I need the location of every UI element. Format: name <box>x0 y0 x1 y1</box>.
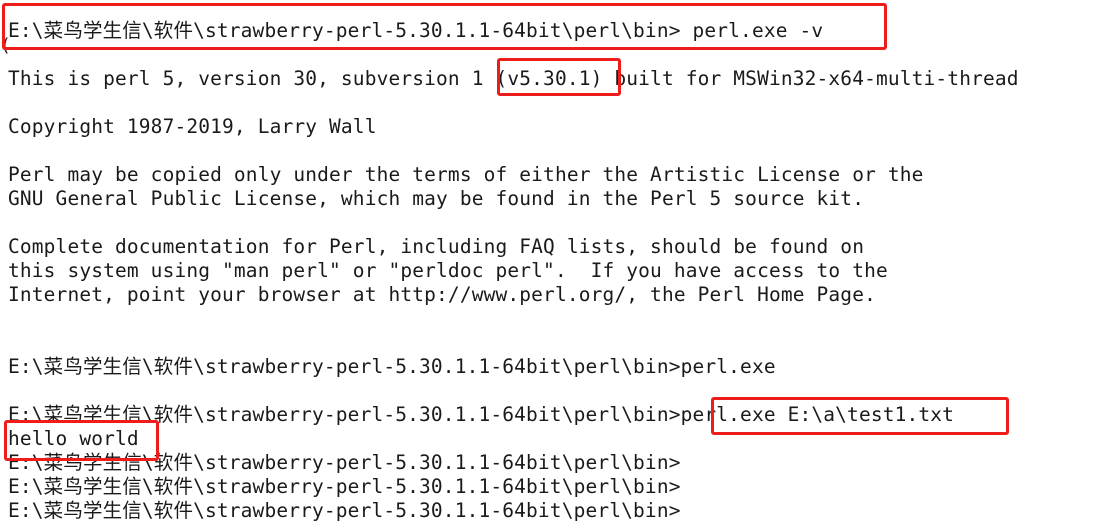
console-line-docs-2: this system using "man perl" or "perldoc… <box>8 259 888 282</box>
console-line-copyright: Copyright 1987-2019, Larry Wall <box>8 115 377 138</box>
console-line-prompt-3: E:\菜鸟学生信\软件\strawberry-perl-5.30.1.1-64b… <box>8 499 681 522</box>
console-line-command-perl: E:\菜鸟学生信\软件\strawberry-perl-5.30.1.1-64b… <box>8 355 776 378</box>
console-line-docs-3: Internet, point your browser at http://w… <box>8 283 876 306</box>
console-line-license-1: Perl may be copied only under the terms … <box>8 163 924 186</box>
console-line-prompt-2: E:\菜鸟学生信\软件\strawberry-perl-5.30.1.1-64b… <box>8 475 681 498</box>
console-line-license-2: GNU General Public License, which may be… <box>8 187 865 210</box>
highlight-box-run-file <box>711 397 1009 435</box>
highlight-box-version <box>497 58 621 96</box>
highlight-box-output <box>4 420 159 461</box>
console-window[interactable]: ( E:\菜鸟学生信\软件\strawberry-perl-5.30.1.1-6… <box>0 0 1111 522</box>
highlight-box-command <box>2 3 887 50</box>
console-line-docs-1: Complete documentation for Perl, includi… <box>8 235 865 258</box>
